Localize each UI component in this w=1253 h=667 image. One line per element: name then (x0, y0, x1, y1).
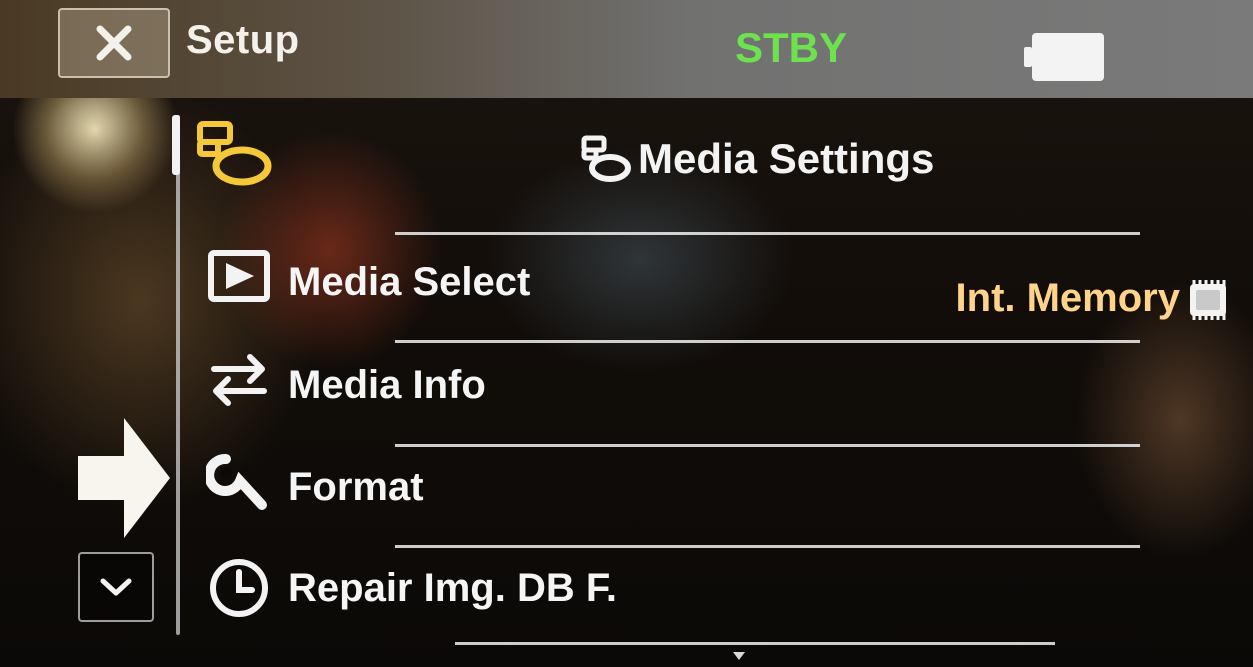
menu-item-media-info[interactable]: Media Info (200, 343, 1240, 443)
menu-item-value: Int. Memory (955, 276, 1180, 320)
scroll-down-button[interactable] (78, 552, 154, 622)
section-title: Media Settings (638, 135, 935, 182)
page-title: Setup (186, 18, 300, 62)
menu-item-label: Repair Img. DB F. (288, 566, 617, 610)
more-below-indicator (733, 652, 745, 660)
divider (395, 232, 1140, 235)
clock-repair-icon (210, 559, 268, 617)
close-icon (96, 25, 132, 61)
section-header: Media Settings (580, 134, 934, 184)
transfer-arrows-icon (211, 354, 267, 406)
media-settings-header-icon (581, 135, 631, 182)
menu-item-format[interactable]: Format (200, 447, 1240, 547)
status-indicator: STBY (735, 24, 848, 71)
media-settings-icon[interactable] (196, 118, 276, 190)
menu-item-repair-db[interactable]: Repair Img. DB F. (200, 548, 1240, 648)
divider (455, 642, 1055, 645)
scrollbar-track[interactable] (176, 115, 180, 635)
menu-item-media-select[interactable]: Media Select Int. Memory (200, 236, 1240, 336)
scrollbar-thumb[interactable] (172, 115, 180, 175)
memory-chip-icon (1190, 280, 1226, 320)
close-button[interactable] (58, 8, 170, 78)
battery-icon (1024, 33, 1104, 81)
chevron-down-icon (100, 578, 132, 596)
arrow-right-icon (78, 418, 170, 538)
play-screen-icon (208, 250, 270, 302)
menu-item-label: Media Info (288, 363, 486, 407)
menu-item-label: Media Select (288, 260, 531, 304)
wrench-icon (206, 454, 267, 510)
menu-item-label: Format (288, 465, 424, 509)
camera-screen: Setup STBY Media Settings Media Select I… (0, 0, 1253, 667)
